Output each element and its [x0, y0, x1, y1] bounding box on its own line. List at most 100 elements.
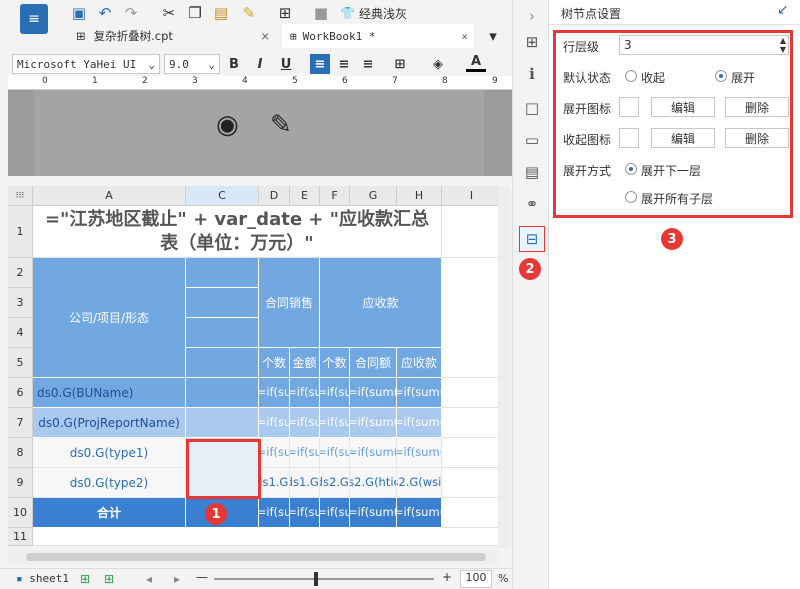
- formula-cell[interactable]: =if(su: [259, 378, 290, 408]
- formula-cell[interactable]: ds2.G(wsie): [397, 468, 442, 498]
- align-left-icon[interactable]: ≡: [310, 54, 330, 74]
- hide-eye-icon[interactable]: ◉: [216, 110, 248, 140]
- row-header-6[interactable]: 6: [8, 378, 33, 408]
- cell[interactable]: [186, 408, 259, 438]
- font-size-select[interactable]: 9.0 ⌄: [164, 54, 220, 74]
- company-header-cell[interactable]: 公司/项目/形态: [33, 258, 186, 378]
- column-header-D[interactable]: D: [259, 186, 290, 206]
- cell[interactable]: [186, 348, 259, 378]
- zoom-in-icon[interactable]: +: [442, 570, 452, 584]
- collapse-panel-icon[interactable]: ›: [522, 6, 542, 26]
- total-cell[interactable]: 合计: [33, 498, 186, 528]
- amount-header-cell[interactable]: 金额: [290, 348, 320, 378]
- cell[interactable]: [442, 258, 502, 378]
- preview-icon[interactable]: ⊞: [276, 4, 294, 22]
- formula-cell[interactable]: =if(sum(: [397, 408, 442, 438]
- row-header-7[interactable]: 7: [8, 408, 33, 438]
- cell[interactable]: [442, 438, 502, 468]
- cell[interactable]: [186, 318, 259, 348]
- expand-arrow-icon[interactable]: ↙: [777, 2, 789, 18]
- column-header-A[interactable]: A: [33, 186, 186, 206]
- formula-cell[interactable]: =if(sum(: [350, 378, 397, 408]
- proj-cell[interactable]: ds0.G(ProjReportName): [33, 408, 186, 438]
- template-icon[interactable]: ■: [312, 4, 330, 22]
- cut-icon[interactable]: ✂: [160, 4, 178, 22]
- cell[interactable]: [442, 378, 502, 408]
- column-header-H[interactable]: H: [397, 186, 442, 206]
- row-header-10[interactable]: 10: [8, 498, 33, 528]
- save-icon[interactable]: ▣: [70, 4, 88, 22]
- underline-button[interactable]: U: [276, 54, 296, 74]
- contract-sales-header-cell[interactable]: 合同销售: [259, 258, 320, 348]
- cell[interactable]: [442, 408, 502, 438]
- formula-cell[interactable]: =if(su: [290, 408, 320, 438]
- theme-button[interactable]: 👕 经典浅灰: [340, 4, 407, 22]
- row-header-8[interactable]: 8: [8, 438, 33, 468]
- style-icon[interactable]: □: [522, 98, 542, 118]
- condition-icon[interactable]: ▤: [522, 162, 542, 182]
- formula-cell[interactable]: ds2.G(htie): [350, 468, 397, 498]
- title-cell[interactable]: ="江苏地区截止" + var_date + "应收款汇总表（单位：万元）": [33, 206, 442, 258]
- zoom-out-icon[interactable]: —: [196, 570, 208, 584]
- scroll-thumb[interactable]: [26, 553, 486, 561]
- font-color-button[interactable]: A: [466, 54, 486, 72]
- cell[interactable]: [442, 498, 502, 528]
- formula-cell[interactable]: =if(su: [259, 438, 290, 468]
- next-sheet-icon[interactable]: ▸: [174, 572, 180, 586]
- zoom-value[interactable]: 100: [460, 570, 492, 588]
- column-header-F[interactable]: F: [320, 186, 350, 206]
- formula-cell[interactable]: =if(su: [320, 378, 350, 408]
- row-header-5[interactable]: 5: [8, 348, 33, 378]
- redo-icon[interactable]: ↷: [122, 4, 140, 22]
- row-header-11[interactable]: 11: [8, 528, 33, 546]
- column-header-I[interactable]: I: [442, 186, 502, 206]
- cell[interactable]: [442, 206, 502, 258]
- count-header-cell[interactable]: 个数: [259, 348, 290, 378]
- close-icon[interactable]: ×: [260, 29, 270, 43]
- row-header-2[interactable]: 2: [8, 258, 33, 288]
- cell[interactable]: [33, 528, 502, 546]
- paste-icon[interactable]: ▤: [212, 4, 230, 22]
- zoom-thumb[interactable]: [314, 572, 318, 586]
- receivable-header-cell[interactable]: 应收款: [320, 258, 442, 348]
- italic-button[interactable]: I: [250, 54, 270, 74]
- formula-cell[interactable]: =if(su: [259, 408, 290, 438]
- cell[interactable]: [186, 258, 259, 288]
- formula-cell[interactable]: ds1.G(: [290, 468, 320, 498]
- font-family-select[interactable]: Microsoft YaHei UI ⌄: [12, 54, 160, 74]
- type2-cell[interactable]: ds0.G(type2): [33, 468, 186, 498]
- copy-icon[interactable]: ❐: [186, 4, 204, 22]
- formula-cell[interactable]: =if(sum(: [397, 498, 442, 528]
- bold-button[interactable]: B: [224, 54, 244, 74]
- prev-sheet-icon[interactable]: ◂: [146, 572, 152, 586]
- align-center-icon[interactable]: ≡: [334, 54, 354, 74]
- formula-cell[interactable]: =if(sum(: [397, 438, 442, 468]
- formula-cell[interactable]: =if(su: [259, 498, 290, 528]
- row-header-1[interactable]: 1: [8, 206, 33, 258]
- tab-workbook[interactable]: ⊞ WorkBook1 * ×: [282, 24, 474, 48]
- row-header-4[interactable]: 4: [8, 318, 33, 348]
- tab-menu-icon[interactable]: ▾: [484, 27, 502, 45]
- hyperlink-icon[interactable]: ⚭: [522, 194, 542, 214]
- zoom-slider[interactable]: [214, 572, 434, 586]
- edit-pencil-icon[interactable]: ✎: [270, 110, 300, 140]
- cell-element-icon[interactable]: ⊞: [522, 32, 542, 52]
- cell[interactable]: [442, 468, 502, 498]
- column-header-C[interactable]: C: [186, 186, 259, 206]
- row-header-3[interactable]: 3: [8, 288, 33, 318]
- receivable-amount-header-cell[interactable]: 应收款: [397, 348, 442, 378]
- type1-cell[interactable]: ds0.G(type1): [33, 438, 186, 468]
- cell[interactable]: [186, 288, 259, 318]
- formula-cell[interactable]: =if(su: [320, 498, 350, 528]
- formula-cell[interactable]: =if(su: [290, 498, 320, 528]
- formula-cell[interactable]: ds1.G(: [259, 468, 290, 498]
- vertical-scrollbar[interactable]: [498, 186, 510, 548]
- designer-logo[interactable]: ≡: [20, 4, 48, 34]
- tree-node-icon[interactable]: ⊟: [519, 226, 545, 252]
- select-all-corner[interactable]: ⁝⁝⁝: [8, 186, 33, 206]
- column-header-E[interactable]: E: [290, 186, 320, 206]
- format-painter-icon[interactable]: ✎: [240, 4, 258, 22]
- widget-icon[interactable]: ▭: [522, 130, 542, 150]
- add-report-icon[interactable]: ⊞: [104, 572, 114, 586]
- formula-cell[interactable]: =if(sum(: [350, 408, 397, 438]
